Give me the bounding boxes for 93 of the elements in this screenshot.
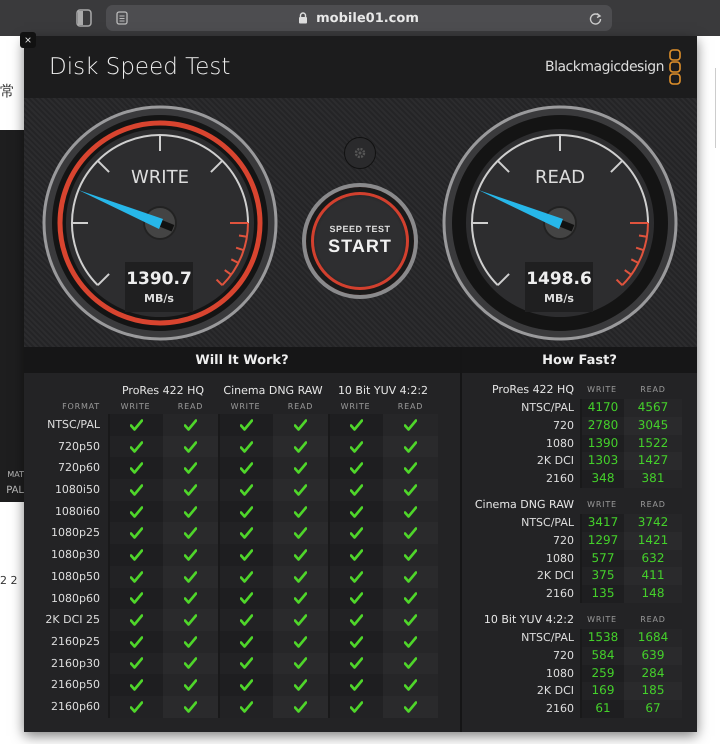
reload-icon[interactable] [589, 12, 602, 24]
brand-name: Blackmagicdesign [544, 59, 664, 75]
table-cell: 284 [624, 664, 682, 682]
format-label: NTSC/PAL [520, 514, 575, 531]
codec-heading: Cinema DNG RAW [222, 383, 324, 399]
format-label: 1080 [545, 436, 575, 452]
column-heading: WRITE [120, 401, 152, 413]
format-label: NTSC/PAL [520, 400, 575, 416]
table-cell: 1421 [624, 532, 682, 550]
settings-icon [353, 146, 367, 160]
column-heading: READ [286, 401, 314, 413]
column-heading: READ [176, 401, 204, 413]
url-text: mobile01.com [316, 10, 419, 26]
format-label: 1080i50 [54, 482, 101, 498]
panel-title: How Fast? [542, 352, 617, 368]
format-label: 1080p30 [50, 547, 101, 564]
format-label: 2160p30 [50, 656, 101, 672]
panel-title: Will It Work? [195, 352, 289, 368]
format-label: 720 [552, 418, 575, 434]
close-button[interactable]: × [20, 32, 36, 48]
format-label: 1080 [545, 666, 575, 682]
table-cell: 639 [624, 646, 682, 665]
table-cell: 411 [624, 567, 682, 586]
table-cell: 135 [580, 585, 624, 603]
format-label: 1080p60 [50, 590, 101, 606]
start-label: START [328, 236, 392, 257]
table-cell: 348 [580, 470, 624, 488]
format-label: 2160p60 [50, 698, 101, 715]
lock-icon [298, 12, 308, 24]
table-cell: 3417 [580, 514, 624, 532]
format-label: 720 [552, 532, 575, 549]
column-heading: WRITE [586, 498, 618, 511]
sidebar-icon[interactable] [76, 9, 92, 27]
page-text: 2 2 [0, 574, 18, 588]
format-label: 2160 [545, 471, 575, 488]
format-label: 2160p25 [50, 634, 101, 650]
format-label: 2K DCI [536, 568, 575, 584]
format-label: 2K DCI 25 [44, 612, 101, 628]
table-cell: 185 [624, 682, 682, 700]
gauge-label: READ [534, 166, 586, 188]
table-cell: 1390 [580, 434, 624, 452]
format-label: 720p50 [57, 438, 101, 455]
page-text: 常 [0, 82, 16, 100]
column-heading: READ [639, 498, 667, 511]
table-cell: 61 [580, 700, 624, 718]
format-label: 2K DCI [536, 683, 575, 700]
format-label: 1080i60 [54, 504, 101, 520]
page-text: MAT [7, 470, 24, 479]
format-label: 2160p50 [50, 677, 101, 694]
table-cell: 632 [624, 550, 682, 568]
column-heading: READ [639, 384, 667, 396]
column-heading: WRITE [340, 401, 372, 413]
column-heading: READ [396, 401, 424, 413]
format-label: 1080p25 [50, 525, 101, 542]
format-label: 1080 [545, 550, 575, 567]
format-label: 720 [552, 648, 575, 664]
speed-unit: MB/s [544, 292, 574, 304]
format-label: 720p60 [57, 460, 101, 476]
speed-value: 1498.6 [526, 268, 592, 288]
start-caption: SPEED TEST [329, 224, 390, 234]
format-label: 1080p50 [50, 568, 101, 585]
codec-heading: Cinema DNG RAW [474, 496, 575, 513]
column-heading: WRITE [230, 401, 262, 413]
table-cell: 3045 [624, 416, 682, 435]
column-heading: WRITE [586, 384, 618, 396]
column-heading: READ [639, 614, 667, 626]
speed-unit: MB/s [144, 292, 174, 304]
document-icon [116, 11, 128, 25]
table-cell: 4170 [580, 399, 624, 417]
format-label: NTSC/PAL [520, 630, 575, 646]
speed-value: 1390.7 [126, 268, 192, 288]
format-label: 2160 [545, 701, 575, 718]
table-cell: 259 [580, 664, 624, 682]
column-heading: WRITE [586, 614, 618, 626]
column-heading: FORMAT [61, 401, 101, 413]
address-field[interactable]: mobile01.com [106, 5, 612, 31]
table-cell: 1522 [624, 434, 682, 452]
codec-heading: 10 Bit YUV 4:2:2 [336, 383, 430, 399]
table-cell: 577 [580, 550, 624, 568]
window-title: Disk Speed Test [49, 54, 230, 80]
codec-heading: ProRes 422 HQ [120, 383, 206, 399]
page-text: PAL [6, 485, 24, 496]
format-label: NTSC/PAL [46, 417, 101, 433]
codec-heading: 10 Bit YUV 4:2:2 [482, 612, 575, 628]
gauge-label: WRITE [130, 166, 190, 188]
codec-heading: ProRes 422 HQ [490, 382, 575, 398]
format-label: 2160 [545, 586, 575, 602]
table-cell: 1538 [580, 628, 624, 647]
settings-button[interactable] [344, 136, 376, 168]
start-button[interactable]: SPEED TEST START [302, 182, 418, 298]
table-cell: 1427 [624, 452, 682, 470]
logo-icon [669, 49, 681, 85]
format-label: 2K DCI [536, 453, 575, 470]
